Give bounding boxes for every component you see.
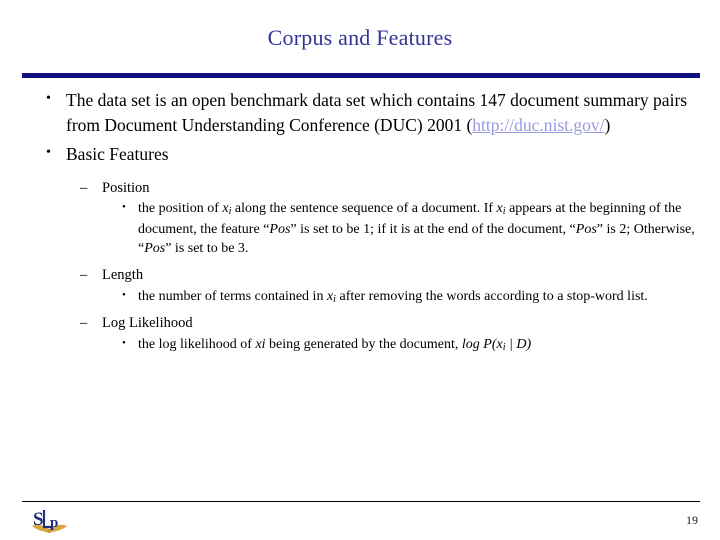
subbullet-label: Length — [102, 267, 144, 284]
bullet-text-line3-post: ) — [604, 114, 611, 135]
duc-website-link[interactable]: http://duc.nist.gov/ — [472, 115, 604, 135]
svg-text:p: p — [50, 515, 58, 531]
footer-divider — [22, 501, 700, 502]
formula-prefix: log P( — [461, 337, 497, 353]
bullet-basic-features: • Basic Features — [22, 142, 706, 167]
detail-text-2: after removing the words according to a … — [335, 288, 648, 304]
dash-marker-icon: – — [80, 267, 88, 284]
bullet-marker-icon: • — [46, 144, 51, 160]
detail-text-1: the log likelihood of — [138, 337, 256, 353]
subbullet-position: – Position — [22, 178, 706, 199]
subbullet-length: – Length — [22, 265, 706, 286]
bullet-text-line1: The data set is an open benchmark data s… — [66, 90, 506, 110]
bullet-text-line3-pre: Conference (DUC) 2001 ( — [289, 114, 473, 135]
variable-xi: xi — [255, 337, 266, 353]
feature-name-pos-3: Pos — [144, 241, 166, 257]
slp-logo: S p — [30, 505, 74, 535]
detail-text-2: being generated by the document, — [265, 337, 462, 353]
detail-text-1: the number of terms contained in — [138, 288, 327, 304]
variable-x-i: xi — [327, 289, 336, 305]
feature-name-pos-2: Pos — [575, 221, 597, 237]
subbullet-label: Position — [102, 179, 150, 196]
bullet-marker-icon: • — [46, 91, 51, 106]
page-number: 19 — [686, 513, 698, 527]
formula-suffix: | D) — [505, 337, 532, 353]
title-divider — [22, 73, 700, 78]
variable-x-i-2: xi — [497, 201, 506, 217]
detail-log-likelihood: • the log likelihood of xi being generate… — [22, 335, 706, 356]
dash-marker-icon: – — [80, 315, 88, 332]
bullet-marker-icon: • — [122, 337, 126, 350]
detail-text-2: along the sentence sequence of a documen… — [231, 201, 497, 217]
dash-marker-icon: – — [80, 179, 88, 196]
bullet-marker-icon: • — [122, 201, 126, 214]
page-title: Corpus and Features — [267, 25, 453, 50]
bullet-data-set: • The data set is an open benchmark data… — [22, 88, 706, 138]
bullet-text: Basic Features — [66, 143, 169, 164]
detail-text-1: the position of — [138, 201, 223, 217]
detail-position: • the position of xi along the sentence s… — [22, 199, 706, 259]
bullet-marker-icon: • — [122, 288, 126, 301]
detail-length: • the number of terms contained in xi aft… — [22, 287, 706, 308]
svg-text:S: S — [33, 509, 44, 530]
slide-body: • The data set is an open benchmark data… — [22, 88, 706, 356]
feature-name-pos-1: Pos — [269, 221, 291, 237]
formula-log-probability: log P(xi | D) — [461, 337, 532, 353]
subbullet-log-likelihood: – Log Likelihood — [22, 313, 706, 334]
detail-text-6: ” is set to be 3. — [165, 241, 249, 257]
detail-text-4: ” is set to be 1; if it is at the end of… — [290, 221, 576, 237]
subbullet-label: Log Likelihood — [102, 315, 193, 332]
